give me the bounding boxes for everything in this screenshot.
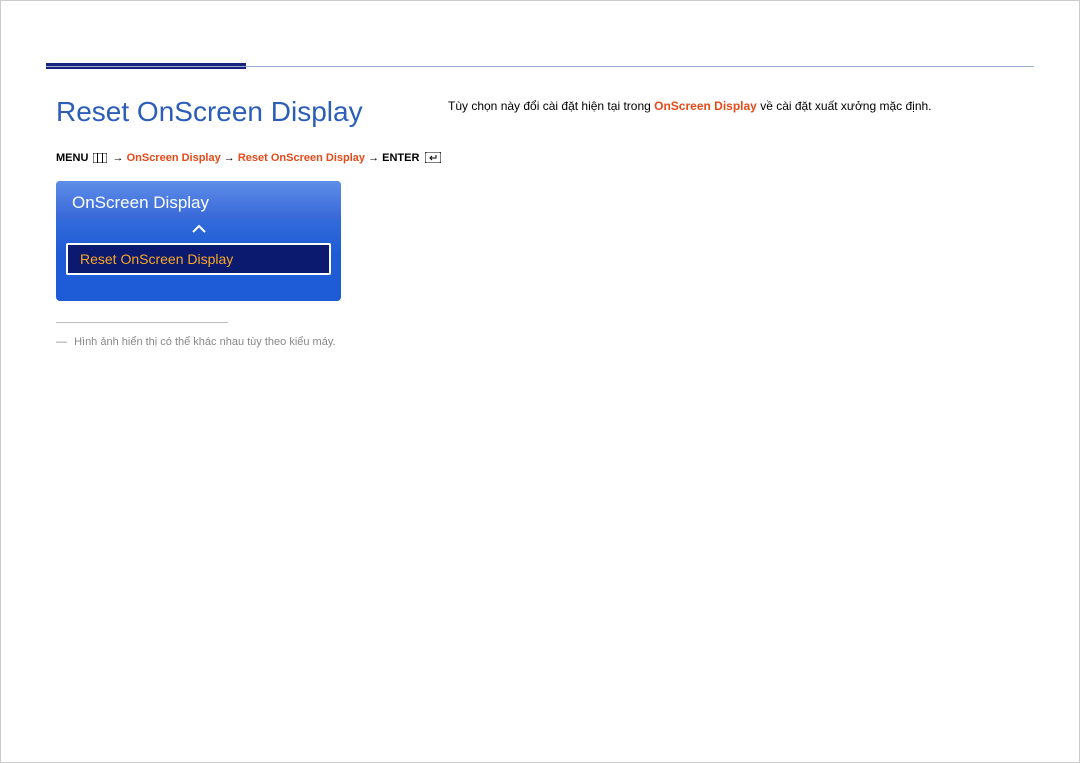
osd-panel: OnScreen Display Reset OnScreen Display xyxy=(56,181,341,301)
breadcrumb-item2: Reset OnScreen Display xyxy=(238,152,365,164)
description: Tùy chọn này đổi cài đặt hiện tại trong … xyxy=(448,99,932,113)
breadcrumb-arrow: → xyxy=(224,152,235,164)
osd-menu-item-reset[interactable]: Reset OnScreen Display xyxy=(66,243,331,275)
breadcrumb-arrow: → xyxy=(113,152,124,164)
osd-chevron-up-row[interactable] xyxy=(56,219,341,243)
page-title: Reset OnScreen Display xyxy=(56,96,363,128)
footnote-text: Hình ảnh hiển thị có thể khác nhau tùy t… xyxy=(74,336,336,348)
description-post: về cài đặt xuất xưởng mặc định. xyxy=(757,99,932,113)
description-pre: Tùy chọn này đổi cài đặt hiện tại trong xyxy=(448,99,654,113)
breadcrumb-item1: OnScreen Display xyxy=(127,152,221,164)
footnote: ― Hình ảnh hiển thị có thể khác nhau tùy… xyxy=(56,336,336,348)
osd-panel-header: OnScreen Display xyxy=(56,181,341,219)
menu-icon xyxy=(93,152,107,164)
chevron-up-icon xyxy=(191,224,207,234)
breadcrumb-arrow: → xyxy=(368,152,379,164)
breadcrumb-enter: ENTER xyxy=(382,152,419,164)
description-highlight: OnScreen Display xyxy=(654,99,757,113)
enter-icon xyxy=(425,152,441,164)
top-divider-line xyxy=(46,66,1034,67)
footnote-divider xyxy=(56,322,228,323)
breadcrumb-menu: MENU xyxy=(56,152,88,164)
footnote-dash: ― xyxy=(56,336,67,348)
breadcrumb: MENU → OnScreen Display → Reset OnScreen… xyxy=(56,152,443,164)
osd-panel-spacer xyxy=(56,275,341,297)
